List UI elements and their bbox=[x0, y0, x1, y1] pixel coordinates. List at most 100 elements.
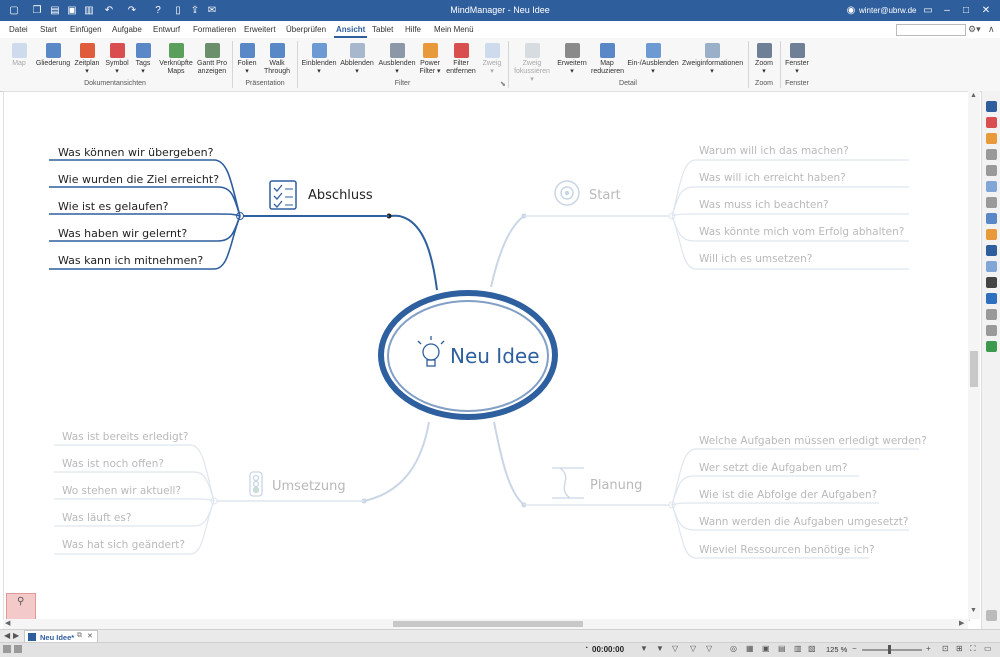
branch-button[interactable]: Zweig ▾ bbox=[481, 43, 503, 76]
close-button[interactable]: ✕ bbox=[980, 3, 992, 18]
tab-tablet[interactable]: Tablet bbox=[372, 25, 393, 34]
outlook-icon[interactable] bbox=[986, 293, 997, 304]
focus-icon[interactable]: ◎ bbox=[730, 644, 737, 653]
sync-icon[interactable] bbox=[14, 645, 22, 653]
subtopic-start-5[interactable]: Will ich es umsetzen? bbox=[699, 253, 812, 265]
task-info-icon[interactable] bbox=[986, 133, 997, 144]
subtopic-start-4[interactable]: Was könnte mich vom Erfolg abhalten? bbox=[699, 226, 904, 238]
settings-icon[interactable]: ⚙▾ bbox=[968, 24, 981, 35]
power-filter-button[interactable]: Power Filter ▾ bbox=[419, 43, 441, 76]
filter-status-indicator[interactable]: ⚲ bbox=[6, 593, 36, 620]
subtopic-abschluss-2[interactable]: Wie wurden die Ziel erreicht? bbox=[58, 173, 219, 186]
resources-icon[interactable] bbox=[986, 149, 997, 160]
view-gantt-icon[interactable]: ▥ bbox=[794, 644, 802, 653]
filter-icon[interactable]: ▼ bbox=[640, 644, 648, 653]
pane-settings-icon[interactable] bbox=[986, 610, 997, 621]
horizontal-scrollbar[interactable]: ◀ ▶ bbox=[3, 619, 968, 629]
fullscreen-icon[interactable]: ⛶ bbox=[970, 644, 976, 654]
view-slides-icon[interactable]: ▧ bbox=[808, 644, 816, 653]
fit-map-icon[interactable]: ⊡ bbox=[942, 644, 949, 653]
subtopic-start-1[interactable]: Warum will ich das machen? bbox=[699, 145, 849, 157]
map-view-button[interactable]: Map bbox=[8, 43, 30, 68]
expand-button[interactable]: Erweitern ▾ bbox=[556, 43, 588, 76]
filter-icon[interactable]: ▽ bbox=[706, 644, 712, 653]
view-outline-icon[interactable]: ▤ bbox=[778, 644, 786, 653]
layout-icon[interactable]: ▦ bbox=[746, 644, 754, 653]
index-icon[interactable] bbox=[986, 213, 997, 224]
subtopic-abschluss-1[interactable]: Was können wir übergeben? bbox=[58, 146, 214, 159]
dialog-launcher-icon[interactable]: ⬊ bbox=[500, 80, 506, 88]
branch-label-planung[interactable]: Planung bbox=[590, 478, 642, 493]
filter-icon[interactable]: ▽ bbox=[690, 644, 696, 653]
tab-formatieren[interactable]: Formatieren bbox=[193, 25, 236, 34]
linked-maps-button[interactable]: Verknüpfte Maps bbox=[158, 43, 194, 76]
subtopic-umsetzung-1[interactable]: Was ist bereits erledigt? bbox=[62, 431, 188, 443]
zoom-slider-track[interactable] bbox=[862, 649, 922, 651]
vertical-scroll-thumb[interactable] bbox=[970, 351, 978, 387]
zoom-in-icon[interactable]: + bbox=[926, 644, 931, 653]
library-icon[interactable] bbox=[986, 101, 997, 112]
tab-datei[interactable]: Datei bbox=[9, 25, 28, 34]
dim-button[interactable]: Abblenden ▾ bbox=[340, 43, 374, 76]
user-icon[interactable]: ◉ bbox=[846, 3, 856, 18]
fit-width-icon[interactable]: ⊞ bbox=[956, 644, 963, 653]
scroll-down-icon[interactable]: ▼ bbox=[970, 607, 977, 614]
subtopic-planung-3[interactable]: Wie ist die Abfolge der Aufgaben? bbox=[699, 489, 877, 501]
outline-view-button[interactable]: Gliederung bbox=[35, 43, 71, 68]
timer-display[interactable]: 00:00:00 bbox=[592, 645, 624, 654]
markers-icon[interactable] bbox=[986, 117, 997, 128]
show-hide-button[interactable]: Ein-/Ausblenden ▾ bbox=[627, 43, 679, 76]
branch-label-abschluss[interactable]: Abschluss bbox=[308, 188, 373, 203]
zoom-slider-thumb[interactable] bbox=[888, 645, 891, 654]
subtopic-planung-2[interactable]: Wer setzt die Aufgaben um? bbox=[699, 462, 847, 474]
subtopic-planung-5[interactable]: Wieviel Ressourcen benötige ich? bbox=[699, 544, 875, 556]
zoom-level[interactable]: 125 % bbox=[826, 645, 847, 654]
excel-icon[interactable] bbox=[986, 341, 997, 352]
subtopic-umsetzung-5[interactable]: Was hat sich geändert? bbox=[62, 539, 185, 551]
panel-toggle-icon[interactable]: ▭ bbox=[984, 644, 992, 653]
branch-label-umsetzung[interactable]: Umsetzung bbox=[272, 479, 346, 494]
timeline-view-button[interactable]: Zeitplan ▾ bbox=[73, 43, 101, 76]
tab-scroll-right-icon[interactable]: ▶ bbox=[13, 631, 19, 640]
view-map-icon[interactable]: ▣ bbox=[762, 644, 770, 653]
search-icon[interactable] bbox=[986, 197, 997, 208]
branch-info-button[interactable]: Zweiginformationen ▾ bbox=[682, 43, 743, 76]
branch-label-start[interactable]: Start bbox=[589, 188, 621, 203]
subtopic-umsetzung-2[interactable]: Was ist noch offen? bbox=[62, 458, 164, 470]
tags-view-button[interactable]: Tags ▾ bbox=[132, 43, 154, 76]
tab-einfuegen[interactable]: Einfügen bbox=[70, 25, 102, 34]
ribbon-display-icon[interactable]: ▭ bbox=[922, 3, 934, 18]
subtopic-umsetzung-4[interactable]: Was läuft es? bbox=[62, 512, 131, 524]
scroll-up-icon[interactable]: ▲ bbox=[970, 92, 977, 99]
search-input[interactable] bbox=[896, 24, 966, 36]
hide-button[interactable]: Ausblenden ▾ bbox=[378, 43, 416, 76]
tab-ueberpruefen[interactable]: Überprüfen bbox=[286, 25, 326, 34]
central-topic-label[interactable]: Neu Idee bbox=[450, 344, 540, 368]
map-parts-icon[interactable] bbox=[986, 181, 997, 192]
subtopic-abschluss-3[interactable]: Wie ist es gelaufen? bbox=[58, 200, 169, 213]
tab-start[interactable]: Start bbox=[40, 25, 57, 34]
globe-icon[interactable] bbox=[986, 309, 997, 320]
slides-button[interactable]: Folien ▾ bbox=[236, 43, 258, 76]
subtopic-start-2[interactable]: Was will ich erreicht haben? bbox=[699, 172, 846, 184]
subtopic-planung-4[interactable]: Wann werden die Aufgaben umgesetzt? bbox=[699, 516, 908, 528]
scroll-right-icon[interactable]: ▶ bbox=[959, 619, 964, 627]
subtopic-abschluss-5[interactable]: Was kann ich mitnehmen? bbox=[58, 254, 203, 267]
status-icon[interactable] bbox=[3, 645, 11, 653]
zoom-out-icon[interactable]: − bbox=[852, 644, 857, 653]
tab-aufgabe[interactable]: Aufgabe bbox=[112, 25, 142, 34]
focus-branch-button[interactable]: Zweig fokussieren ▾ bbox=[512, 43, 552, 84]
map-canvas[interactable]: Neu Idee Abschluss Was können wir überge… bbox=[3, 91, 970, 621]
links-icon[interactable] bbox=[986, 261, 997, 272]
horizontal-scroll-thumb[interactable] bbox=[393, 621, 583, 627]
zoom-button[interactable]: Zoom ▾ bbox=[752, 43, 776, 76]
subtopic-planung-1[interactable]: Welche Aufgaben müssen erledigt werden? bbox=[699, 435, 927, 447]
vertical-scrollbar[interactable]: ▲ ▼ bbox=[968, 91, 980, 619]
walk-through-button[interactable]: Walk Through bbox=[262, 43, 292, 76]
filter-icon[interactable]: ▼ bbox=[656, 644, 664, 653]
subtopic-abschluss-4[interactable]: Was haben wir gelernt? bbox=[58, 227, 187, 240]
maximize-button[interactable]: □ bbox=[960, 3, 972, 18]
list-icon[interactable] bbox=[986, 277, 997, 288]
close-tab-icon[interactable]: ✕ bbox=[87, 632, 93, 640]
filter-icon[interactable]: ▽ bbox=[672, 644, 678, 653]
